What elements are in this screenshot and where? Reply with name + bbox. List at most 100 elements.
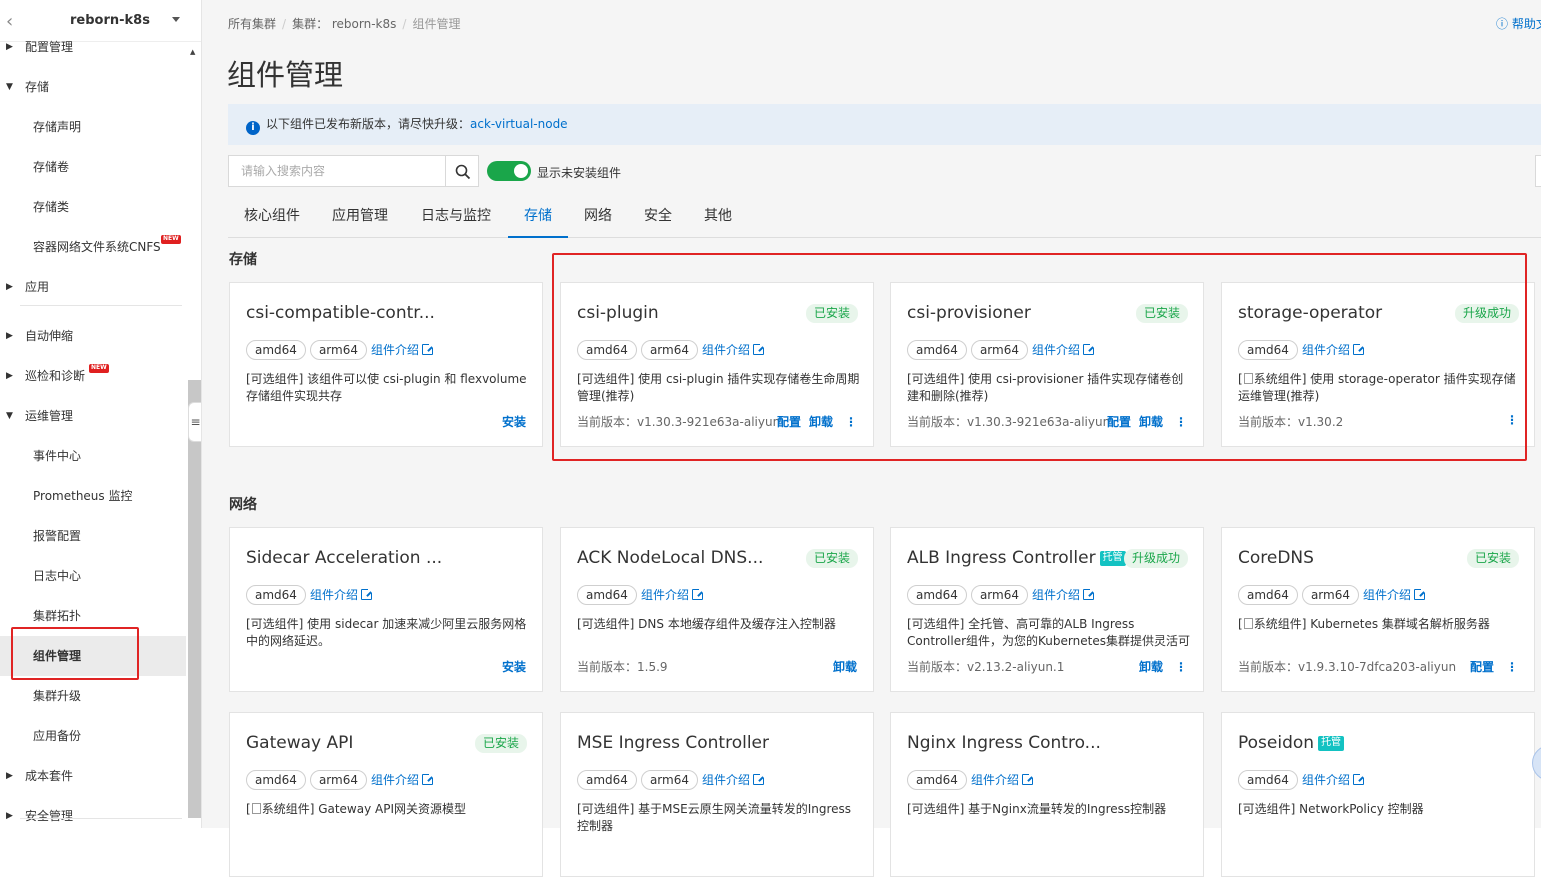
- card-actions: 配置 卸载 ⋮: [769, 413, 857, 430]
- notice-text: 以下组件已发布新版本，请尽快升级：: [266, 117, 471, 131]
- component-card[interactable]: ACK NodeLocal DNS... 已安装 amd64 组件介绍 [可选组件] D…: [560, 527, 874, 692]
- more-options-icon[interactable]: ⋮: [1175, 415, 1187, 429]
- desc-text: [可选组件] 全托管、高可靠的ALB Ingress Controller组件，…: [907, 617, 1190, 648]
- collapse-sidebar-icon[interactable]: ≡: [188, 402, 201, 442]
- component-card[interactable]: Gateway API 已安装 amd64 arm64 组件介绍 [系统组件] Gatew…: [229, 712, 543, 877]
- component-name: ACK NodeLocal DNS...: [577, 548, 763, 568]
- chevron-down-icon[interactable]: [172, 17, 180, 22]
- help-label: 帮助文: [1511, 17, 1541, 31]
- intro-label: 组件介绍: [1031, 343, 1080, 357]
- search-button[interactable]: [445, 155, 479, 187]
- sidebar-item[interactable]: 日志中心: [0, 556, 186, 596]
- sidebar-item[interactable]: 报警配置: [0, 516, 186, 556]
- component-intro-link[interactable]: 组件介绍: [1302, 341, 1365, 358]
- tab-2[interactable]: 日志与监控: [408, 196, 504, 238]
- component-card[interactable]: ALB Ingress Controller 托管 升级成功 amd64 arm64 组件…: [890, 527, 1204, 692]
- action-button[interactable]: 配置: [1107, 415, 1131, 429]
- sidebar-item[interactable]: 存储声明: [0, 107, 186, 147]
- show-uninstalled-toggle[interactable]: [487, 161, 531, 181]
- new-badge: NEW: [161, 235, 181, 244]
- sidebar-item[interactable]: 组件管理: [0, 636, 186, 676]
- more-options-icon[interactable]: ⋮: [1506, 660, 1518, 674]
- tab-1[interactable]: 应用管理: [320, 196, 400, 238]
- component-intro-link[interactable]: 组件介绍: [702, 341, 765, 358]
- tab-3[interactable]: 存储: [508, 196, 568, 238]
- notice-link[interactable]: ack-virtual-node: [470, 117, 568, 131]
- scroll-up-icon[interactable]: ▲: [190, 48, 195, 56]
- sidebar-item[interactable]: 事件中心: [0, 436, 186, 476]
- component-card[interactable]: Sidecar Acceleration ... amd64 组件介绍 [可选组件] …: [229, 527, 543, 692]
- component-card[interactable]: csi-provisioner 已安装 amd64 arm64 组件介绍 [可选组件] 使…: [890, 282, 1204, 447]
- more-options-icon[interactable]: ⋮: [1175, 660, 1187, 674]
- component-card[interactable]: Poseidon 托管 amd64 组件介绍 [可选组件] NetworkPolicy …: [1221, 712, 1535, 877]
- sidebar-item[interactable]: ▶ 配置管理: [0, 27, 186, 67]
- arch-tags: amd64 组件介绍: [1238, 770, 1365, 790]
- component-intro-link[interactable]: 组件介绍: [310, 586, 373, 603]
- component-name: ALB Ingress Controller 托管: [907, 548, 1126, 568]
- more-options-icon[interactable]: ⋮: [1506, 413, 1518, 427]
- sidebar-item[interactable]: 存储卷: [0, 147, 186, 187]
- sidebar-item[interactable]: 容器网络文件系统CNFS NEW: [0, 227, 186, 267]
- component-card[interactable]: CoreDNS 已安装 amd64 arm64 组件介绍 [系统组件] Kubernete…: [1221, 527, 1535, 692]
- component-intro-link[interactable]: 组件介绍: [1302, 771, 1365, 788]
- tab-5[interactable]: 安全: [628, 196, 688, 238]
- divider: [20, 818, 182, 819]
- sidebar-item[interactable]: ▶ 自动伸缩: [0, 316, 186, 356]
- component-card[interactable]: MSE Ingress Controller amd64 arm64 组件介绍 [可选组…: [560, 712, 874, 877]
- sidebar-item[interactable]: 应用备份: [0, 716, 186, 756]
- external-link-icon: [422, 773, 434, 785]
- search-input[interactable]: [229, 156, 445, 186]
- sidebar-item[interactable]: ▼ 存储: [0, 67, 186, 107]
- tab-4[interactable]: 网络: [568, 196, 628, 238]
- component-card[interactable]: csi-compatible-contr... amd64 arm64 组件介绍 [可选…: [229, 282, 543, 447]
- component-name: Poseidon 托管: [1238, 733, 1345, 753]
- refresh-button[interactable]: [1535, 155, 1541, 187]
- sidebar-item[interactable]: Prometheus 监控: [0, 476, 186, 516]
- component-name: csi-provisioner: [907, 303, 1031, 323]
- chevron-right-icon: ▶: [6, 771, 13, 781]
- sidebar-item[interactable]: ▶ 安全管理: [0, 796, 186, 828]
- breadcrumb-all-clusters[interactable]: 所有集群: [228, 17, 276, 31]
- intro-label: 组件介绍: [370, 343, 419, 357]
- action-button[interactable]: 卸载: [809, 415, 833, 429]
- help-link[interactable]: ⓘ 帮助文: [1496, 15, 1541, 32]
- sidebar-item[interactable]: 存储类: [0, 187, 186, 227]
- action-button[interactable]: 配置: [777, 415, 801, 429]
- intro-label: 组件介绍: [640, 588, 689, 602]
- action-button[interactable]: 配置: [1470, 660, 1494, 674]
- component-name-text: MSE Ingress Controller: [577, 733, 769, 753]
- component-intro-link[interactable]: 组件介绍: [370, 341, 434, 358]
- sidebar-item[interactable]: ▼ 运维管理: [0, 396, 186, 436]
- arch-tag: arm64: [309, 770, 367, 790]
- desc-system-tag: 系统组件]: [261, 802, 315, 816]
- more-options-icon[interactable]: ⋮: [845, 415, 857, 429]
- sidebar-item[interactable]: 集群升级: [0, 676, 186, 716]
- sidebar-scrollbar[interactable]: [188, 380, 201, 818]
- sidebar-item[interactable]: ▶ 巡检和诊断 NEW: [0, 356, 186, 396]
- component-intro-link[interactable]: 组件介绍: [640, 586, 704, 603]
- action-button[interactable]: 安装: [502, 415, 526, 429]
- arch-tag: amd64: [907, 585, 967, 605]
- desc-text: [可选组件] 该组件可以使 csi-plugin 和 flexvolume 存储…: [246, 372, 527, 403]
- component-intro-link[interactable]: 组件介绍: [702, 771, 765, 788]
- tab-6[interactable]: 其他: [688, 196, 748, 238]
- component-card[interactable]: csi-plugin 已安装 amd64 arm64 组件介绍 [可选组件] 使用 csi…: [560, 282, 874, 447]
- action-button[interactable]: 安装: [502, 660, 526, 674]
- component-intro-link[interactable]: 组件介绍: [1032, 586, 1095, 603]
- action-button[interactable]: 卸载: [833, 660, 857, 674]
- sidebar-item[interactable]: ▶ 应用: [0, 267, 186, 307]
- component-intro-link[interactable]: 组件介绍: [1363, 586, 1426, 603]
- component-card[interactable]: storage-operator 升级成功 amd64 组件介绍[系统组件] 使用 s…: [1221, 282, 1535, 447]
- sidebar-item[interactable]: ▶ 成本套件: [0, 756, 186, 796]
- component-card[interactable]: Nginx Ingress Contro... amd64 组件介绍 [可选组件] 基…: [890, 712, 1204, 877]
- tab-0[interactable]: 核心组件: [228, 196, 316, 238]
- external-link-icon: [1352, 773, 1365, 785]
- component-intro-link[interactable]: 组件介绍: [371, 771, 434, 788]
- component-intro-link[interactable]: 组件介绍: [971, 771, 1034, 788]
- breadcrumb-cluster[interactable]: 集群： reborn-k8s: [292, 17, 396, 31]
- component-name-text: storage-operator: [1238, 303, 1383, 323]
- component-intro-link[interactable]: 组件介绍: [1031, 341, 1095, 358]
- sidebar-item[interactable]: 集群拓扑: [0, 596, 186, 636]
- action-button[interactable]: 卸载: [1139, 660, 1163, 674]
- action-button[interactable]: 卸载: [1139, 415, 1163, 429]
